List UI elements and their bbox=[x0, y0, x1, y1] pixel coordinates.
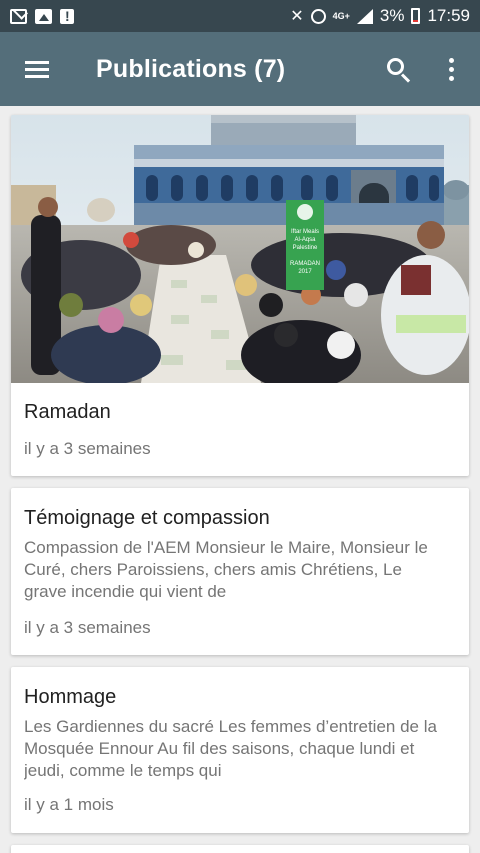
publication-excerpt: Les Gardiennes du sacré Les femmes d’ent… bbox=[24, 717, 437, 780]
publication-card[interactable]: Iftar Meals Al-Aqsa Palestine RAMADAN 20… bbox=[11, 115, 469, 476]
publication-excerpt: Compassion de l'AEM Monsieur le Maire, M… bbox=[24, 538, 428, 601]
gallery-notification-icon bbox=[35, 8, 52, 24]
publication-date: il y a 3 semaines bbox=[24, 618, 151, 637]
search-icon[interactable] bbox=[374, 32, 426, 106]
mute-icon: ✕ bbox=[290, 8, 304, 25]
banner-line: Iftar Meals bbox=[291, 229, 319, 235]
publication-title: Témoignage et compassion bbox=[24, 507, 270, 529]
publication-card[interactable]: Hommage Les Gardiennes du sacré Les femm… bbox=[11, 667, 469, 833]
battery-percent: 3% bbox=[379, 6, 405, 25]
publication-image: Iftar Meals Al-Aqsa Palestine RAMADAN 20… bbox=[11, 115, 469, 383]
publication-card[interactable]: Témoignage et compassion Compassion de l… bbox=[11, 488, 469, 655]
app-bar: Publications (7) bbox=[0, 32, 480, 106]
network-type: 4G+ bbox=[332, 10, 350, 21]
publication-date: il y a 1 mois bbox=[24, 795, 114, 814]
publication-title: Hommage bbox=[24, 686, 117, 708]
alert-notification-icon bbox=[60, 8, 74, 24]
mosque-photo: Iftar Meals Al-Aqsa Palestine RAMADAN 20… bbox=[11, 115, 469, 383]
signal-icon bbox=[356, 8, 373, 24]
publication-title: Ramadan bbox=[24, 401, 111, 423]
banner-line: RAMADAN bbox=[290, 261, 320, 267]
alarm-icon bbox=[310, 8, 326, 24]
banner-line: Al-Aqsa bbox=[294, 237, 316, 243]
more-options-icon[interactable] bbox=[426, 32, 476, 106]
battery-icon bbox=[411, 8, 421, 24]
page-title: Publications (7) bbox=[96, 54, 286, 83]
banner-line: 2017 bbox=[298, 269, 312, 275]
status-bar: ✕ 4G+ 3% 17:59 bbox=[0, 0, 480, 32]
clock: 17:59 bbox=[427, 6, 470, 25]
hamburger-menu-icon[interactable] bbox=[0, 32, 74, 106]
publication-card[interactable] bbox=[11, 845, 469, 853]
mail-notification-icon bbox=[10, 8, 27, 24]
banner-line: Palestine bbox=[293, 245, 318, 251]
publication-date: il y a 3 semaines bbox=[24, 439, 151, 458]
